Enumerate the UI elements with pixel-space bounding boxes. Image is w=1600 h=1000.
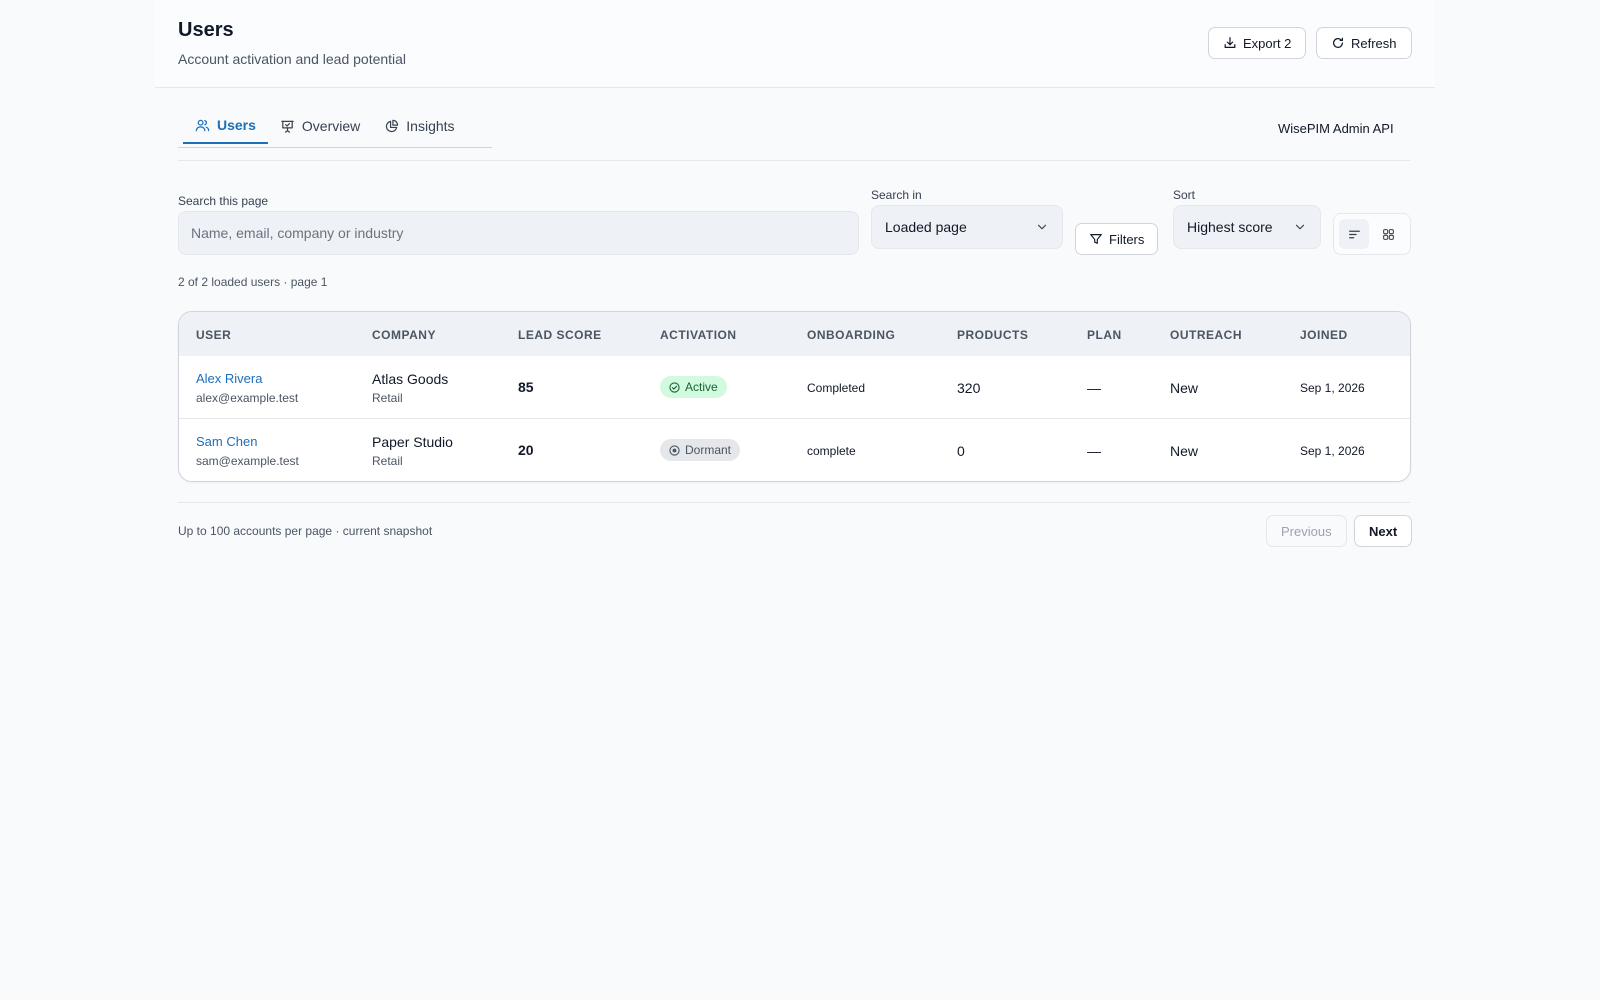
results-count: 2 of 2 loaded users · page 1: [178, 275, 328, 289]
search-input[interactable]: [178, 211, 859, 255]
export-label: Export 2: [1243, 35, 1292, 51]
col-outreach[interactable]: OUTREACH: [1170, 328, 1242, 342]
list-view-icon: [1348, 230, 1360, 238]
activation-badge: Dormant: [660, 439, 741, 461]
filters-button[interactable]: Filters: [1075, 223, 1159, 255]
activation-label: Dormant: [685, 443, 732, 457]
page-header: Users Account activation and lead potent…: [155, 0, 1435, 88]
table-row[interactable]: Alex Rivera alex@example.test Atlas Good…: [179, 356, 1410, 418]
products-count: 0: [957, 443, 965, 459]
page-title: Users: [178, 19, 234, 41]
col-company[interactable]: COMPANY: [372, 328, 436, 342]
joined-date: Sep 1, 2026: [1300, 444, 1365, 458]
page-subtitle: Account activation and lead potential: [178, 51, 407, 67]
col-activation[interactable]: ACTIVATION: [660, 328, 737, 342]
filters-label: Filters: [1109, 231, 1145, 247]
tab-insights[interactable]: Insights: [372, 108, 466, 144]
company-industry: Retail: [372, 454, 403, 468]
check-circle-icon: [669, 381, 680, 393]
refresh-icon: [1333, 37, 1343, 48]
refresh-label: Refresh: [1351, 35, 1397, 51]
onboarding-status: complete: [807, 444, 856, 458]
export-button[interactable]: Export 2: [1208, 27, 1307, 59]
search-in-select[interactable]: Loaded page: [871, 205, 1063, 249]
outreach-status: New: [1170, 443, 1199, 459]
lead-score: 85: [518, 379, 534, 395]
chevron-down-icon: [1295, 224, 1305, 230]
users-table: USER COMPANY LEAD SCORE ACTIVATION ONBOA…: [178, 311, 1411, 482]
lead-score: 20: [518, 442, 534, 458]
sort-value: Highest score: [1187, 219, 1273, 235]
user-name-link[interactable]: Alex Rivera: [196, 371, 262, 386]
onboarding-status: Completed: [807, 381, 866, 395]
view-toggle: [1333, 213, 1411, 255]
col-onboarding[interactable]: ONBOARDING: [807, 328, 895, 342]
status-badge: Active: [660, 376, 727, 398]
col-products[interactable]: PRODUCTS: [957, 328, 1028, 342]
sort-label: Sort: [1173, 188, 1196, 202]
tab-insights-label: Insights: [406, 118, 455, 134]
activation-badge: Active: [660, 376, 727, 398]
pie-chart-icon: [386, 119, 399, 132]
grid-view-icon: [1382, 228, 1394, 240]
activation-label: Active: [685, 380, 718, 394]
search-in-value: Loaded page: [885, 219, 967, 235]
next-page-button[interactable]: Next: [1354, 515, 1413, 547]
table-header: USER COMPANY LEAD SCORE ACTIVATION ONBOA…: [179, 312, 1410, 356]
list-view-button[interactable]: [1339, 219, 1369, 249]
tab-bar: Users Overview Insights: [178, 108, 492, 148]
export-icon: [1224, 37, 1236, 48]
dormant-circle-icon: [669, 444, 680, 456]
users-icon: [195, 119, 210, 131]
outreach-status: New: [1170, 380, 1199, 396]
user-email: alex@example.test: [196, 391, 299, 405]
api-source-label: WisePIM Admin API: [1278, 121, 1394, 136]
table-row[interactable]: Sam Chen sam@example.test Paper Studio R…: [179, 418, 1410, 480]
tab-users-label: Users: [217, 117, 256, 133]
col-plan[interactable]: PLAN: [1087, 328, 1122, 342]
tab-users[interactable]: Users: [183, 108, 268, 144]
col-lead-score[interactable]: LEAD SCORE: [518, 328, 602, 342]
company-name: Atlas Goods: [372, 371, 449, 387]
plan-value: —: [1087, 380, 1101, 396]
refresh-button[interactable]: Refresh: [1316, 27, 1412, 59]
products-count: 320: [957, 380, 981, 396]
user-name-link[interactable]: Sam Chen: [196, 434, 257, 449]
status-badge: Dormant: [660, 439, 741, 461]
plan-value: —: [1087, 443, 1101, 459]
user-email: sam@example.test: [196, 454, 299, 468]
footer-divider: [178, 502, 1410, 503]
tabs-divider: [178, 160, 1410, 161]
col-user[interactable]: USER: [196, 328, 231, 342]
search-label: Search this page: [178, 194, 269, 208]
sort-select[interactable]: Highest score: [1173, 205, 1321, 249]
joined-date: Sep 1, 2026: [1300, 381, 1365, 395]
previous-page-button[interactable]: Previous: [1266, 515, 1347, 547]
grid-view-button[interactable]: [1373, 219, 1403, 249]
tab-overview-label: Overview: [301, 118, 361, 134]
tab-overview[interactable]: Overview: [268, 108, 372, 144]
col-joined[interactable]: JOINED: [1300, 328, 1348, 342]
filter-icon: [1090, 234, 1102, 244]
pagination-info: Up to 100 accounts per page · current sn…: [178, 524, 433, 538]
chevron-down-icon: [1037, 224, 1047, 230]
search-in-label: Search in: [871, 188, 922, 202]
company-name: Paper Studio: [372, 434, 453, 450]
company-industry: Retail: [372, 391, 403, 405]
presentation-icon: [281, 120, 294, 133]
